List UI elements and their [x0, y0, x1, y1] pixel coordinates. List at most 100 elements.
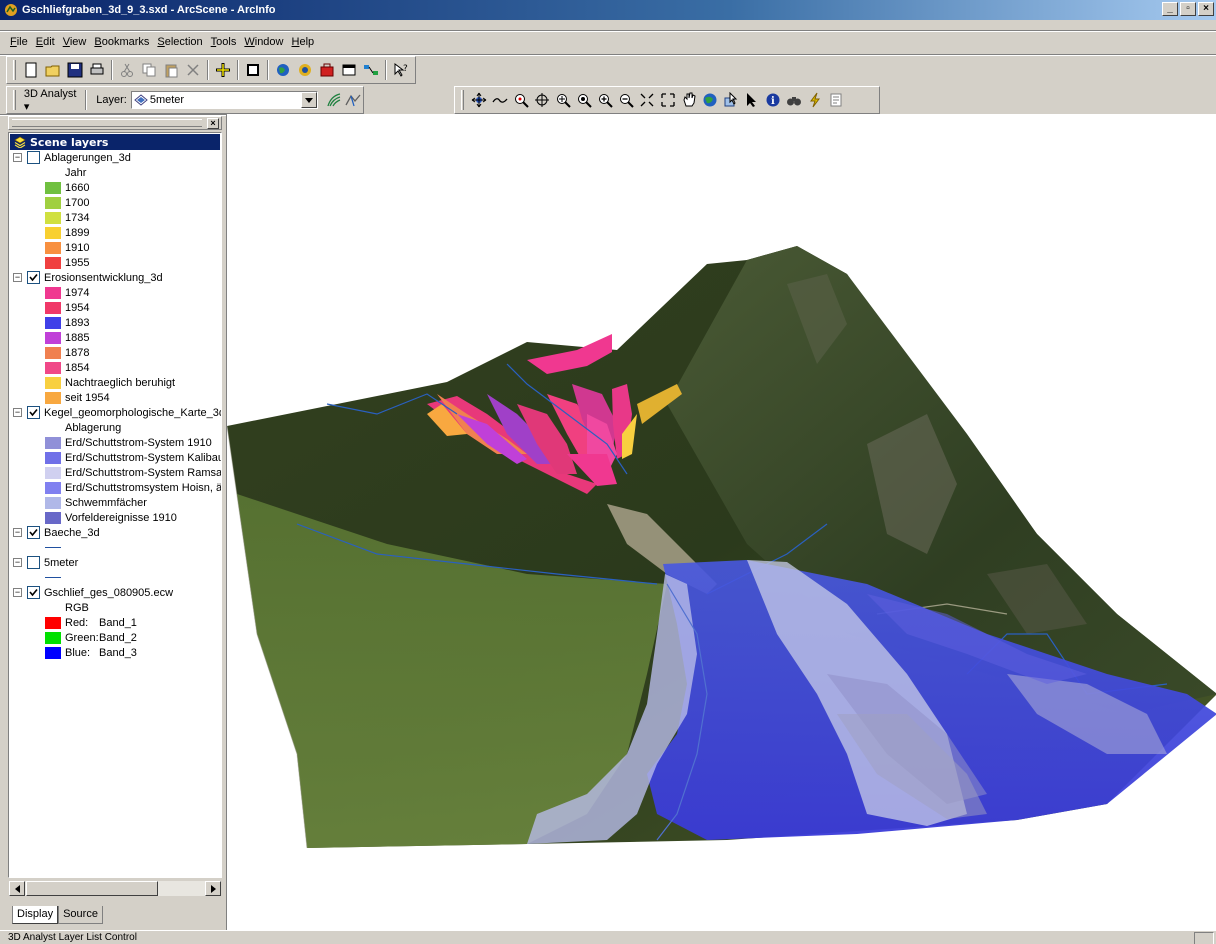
zoom-target-icon[interactable]: [510, 89, 531, 111]
new-icon[interactable]: [20, 59, 42, 81]
layer-checkbox[interactable]: [27, 556, 40, 569]
navigate-icon[interactable]: [468, 89, 489, 111]
window-icon[interactable]: [338, 59, 360, 81]
steepest-path-icon[interactable]: [343, 89, 363, 111]
measure-icon[interactable]: [825, 89, 846, 111]
cut-icon[interactable]: [116, 59, 138, 81]
scene-layers-label: Scene layers: [30, 135, 109, 149]
layer-checkbox[interactable]: [27, 526, 40, 539]
menu-view[interactable]: View: [59, 36, 91, 48]
menu-selection[interactable]: Selection: [153, 36, 206, 48]
band-swatch: [45, 616, 61, 629]
legend-label: 1899: [65, 226, 90, 239]
narrow-fov-icon[interactable]: [636, 89, 657, 111]
open-icon[interactable]: [42, 59, 64, 81]
menu-tools[interactable]: Tools: [207, 36, 241, 48]
layer-checkbox[interactable]: [27, 271, 40, 284]
layer-checkbox[interactable]: [27, 586, 40, 599]
layer-row[interactable]: − Erosionsentwicklung_3d: [9, 270, 221, 285]
full-screen-icon[interactable]: [242, 59, 264, 81]
full-extent-icon[interactable]: [699, 89, 720, 111]
legend-label: Nachtraeglich beruhigt: [65, 376, 176, 389]
collapse-icon[interactable]: −: [13, 153, 22, 162]
select-features-icon[interactable]: [720, 89, 741, 111]
animation-icon[interactable]: [294, 59, 316, 81]
legend-label: 1910: [65, 241, 90, 254]
globe-icon[interactable]: [272, 59, 294, 81]
zoom-out-icon[interactable]: [615, 89, 636, 111]
layer-select[interactable]: 5meter: [130, 91, 318, 109]
copy-icon[interactable]: [138, 59, 160, 81]
menu-file[interactable]: File: [6, 36, 32, 48]
svg-text:?: ?: [403, 64, 408, 74]
layer-row[interactable]: − 5meter: [9, 555, 221, 570]
hyperlink-icon[interactable]: [804, 89, 825, 111]
expand-fov-icon[interactable]: [657, 89, 678, 111]
minimize-button[interactable]: _: [1162, 2, 1178, 16]
layer-row[interactable]: − Gschlief_ges_080905.ecw: [9, 585, 221, 600]
find-icon[interactable]: [783, 89, 804, 111]
chevron-down-icon[interactable]: [300, 92, 317, 108]
scene-layers-root[interactable]: Scene layers: [10, 134, 220, 150]
legend-class: Nachtraeglich beruhigt: [9, 375, 221, 390]
legend-class: Erd/Schuttstromsystem Hoisn, äl: [9, 480, 221, 495]
contour-icon[interactable]: [324, 89, 344, 111]
delete-icon[interactable]: [182, 59, 204, 81]
legend-field: Ablagerung: [9, 420, 221, 435]
collapse-icon[interactable]: −: [13, 273, 22, 282]
zoom-target2-icon[interactable]: [552, 89, 573, 111]
maximize-button[interactable]: ▫: [1180, 2, 1196, 16]
paste-icon[interactable]: [160, 59, 182, 81]
legend-label: 1854: [65, 361, 90, 374]
3d-analyst-toolbar: 3D Analyst ▾ Layer: 5meter: [6, 86, 364, 114]
layer-name: Kegel_geomorphologische_Karte_3d: [44, 406, 222, 419]
layer-checkbox[interactable]: [27, 406, 40, 419]
menu-help[interactable]: Help: [288, 36, 319, 48]
layer-row[interactable]: − Baeche_3d: [9, 525, 221, 540]
select-elements-icon[interactable]: [741, 89, 762, 111]
scene-view[interactable]: [226, 114, 1216, 930]
close-icon[interactable]: ×: [207, 118, 219, 129]
save-icon[interactable]: [64, 59, 86, 81]
collapse-icon[interactable]: −: [13, 558, 22, 567]
legend-class: 1899: [9, 225, 221, 240]
menu-bookmarks[interactable]: Bookmarks: [90, 36, 153, 48]
band-swatch: [45, 646, 61, 659]
menu-edit[interactable]: Edit: [32, 36, 59, 48]
add-data-icon[interactable]: [212, 59, 234, 81]
collapse-icon[interactable]: −: [13, 528, 22, 537]
scroll-left-icon[interactable]: [9, 881, 25, 896]
tab-display[interactable]: Display: [12, 906, 59, 924]
layer-select-value: 5meter: [149, 94, 185, 106]
legend-class: 1910: [9, 240, 221, 255]
layer-checkbox[interactable]: [27, 151, 40, 164]
set-observer-icon[interactable]: [573, 89, 594, 111]
collapse-icon[interactable]: −: [13, 588, 22, 597]
legend-class: 1878: [9, 345, 221, 360]
center-target-icon[interactable]: [531, 89, 552, 111]
scroll-right-icon[interactable]: [205, 881, 221, 896]
fly-icon[interactable]: [489, 89, 510, 111]
layer-row[interactable]: − Ablagerungen_3d: [9, 150, 221, 165]
3d-terrain-render[interactable]: [227, 114, 1216, 930]
layer-row[interactable]: − Kegel_geomorphologische_Karte_3d: [9, 405, 221, 420]
toc-horizontal-scrollbar[interactable]: [8, 880, 222, 897]
legend-swatch: [45, 256, 61, 269]
legend-swatch: [45, 316, 61, 329]
collapse-icon[interactable]: −: [13, 408, 22, 417]
menu-window[interactable]: Window: [240, 36, 287, 48]
toolbox-icon[interactable]: [316, 59, 338, 81]
legend-label: Vorfeldereignisse 1910: [65, 511, 177, 524]
print-icon[interactable]: [86, 59, 108, 81]
close-button[interactable]: ×: [1198, 2, 1214, 16]
band-value: Band_3: [99, 646, 137, 659]
whats-this-icon[interactable]: ?: [390, 59, 412, 81]
zoom-in-icon[interactable]: [594, 89, 615, 111]
legend-class: 1954: [9, 300, 221, 315]
tab-source[interactable]: Source: [58, 906, 103, 924]
scroll-thumb[interactable]: [26, 881, 158, 896]
pan-icon[interactable]: [678, 89, 699, 111]
model-icon[interactable]: [360, 59, 382, 81]
identify-icon[interactable]: i: [762, 89, 783, 111]
3d-analyst-menu[interactable]: 3D Analyst ▾: [20, 88, 82, 113]
